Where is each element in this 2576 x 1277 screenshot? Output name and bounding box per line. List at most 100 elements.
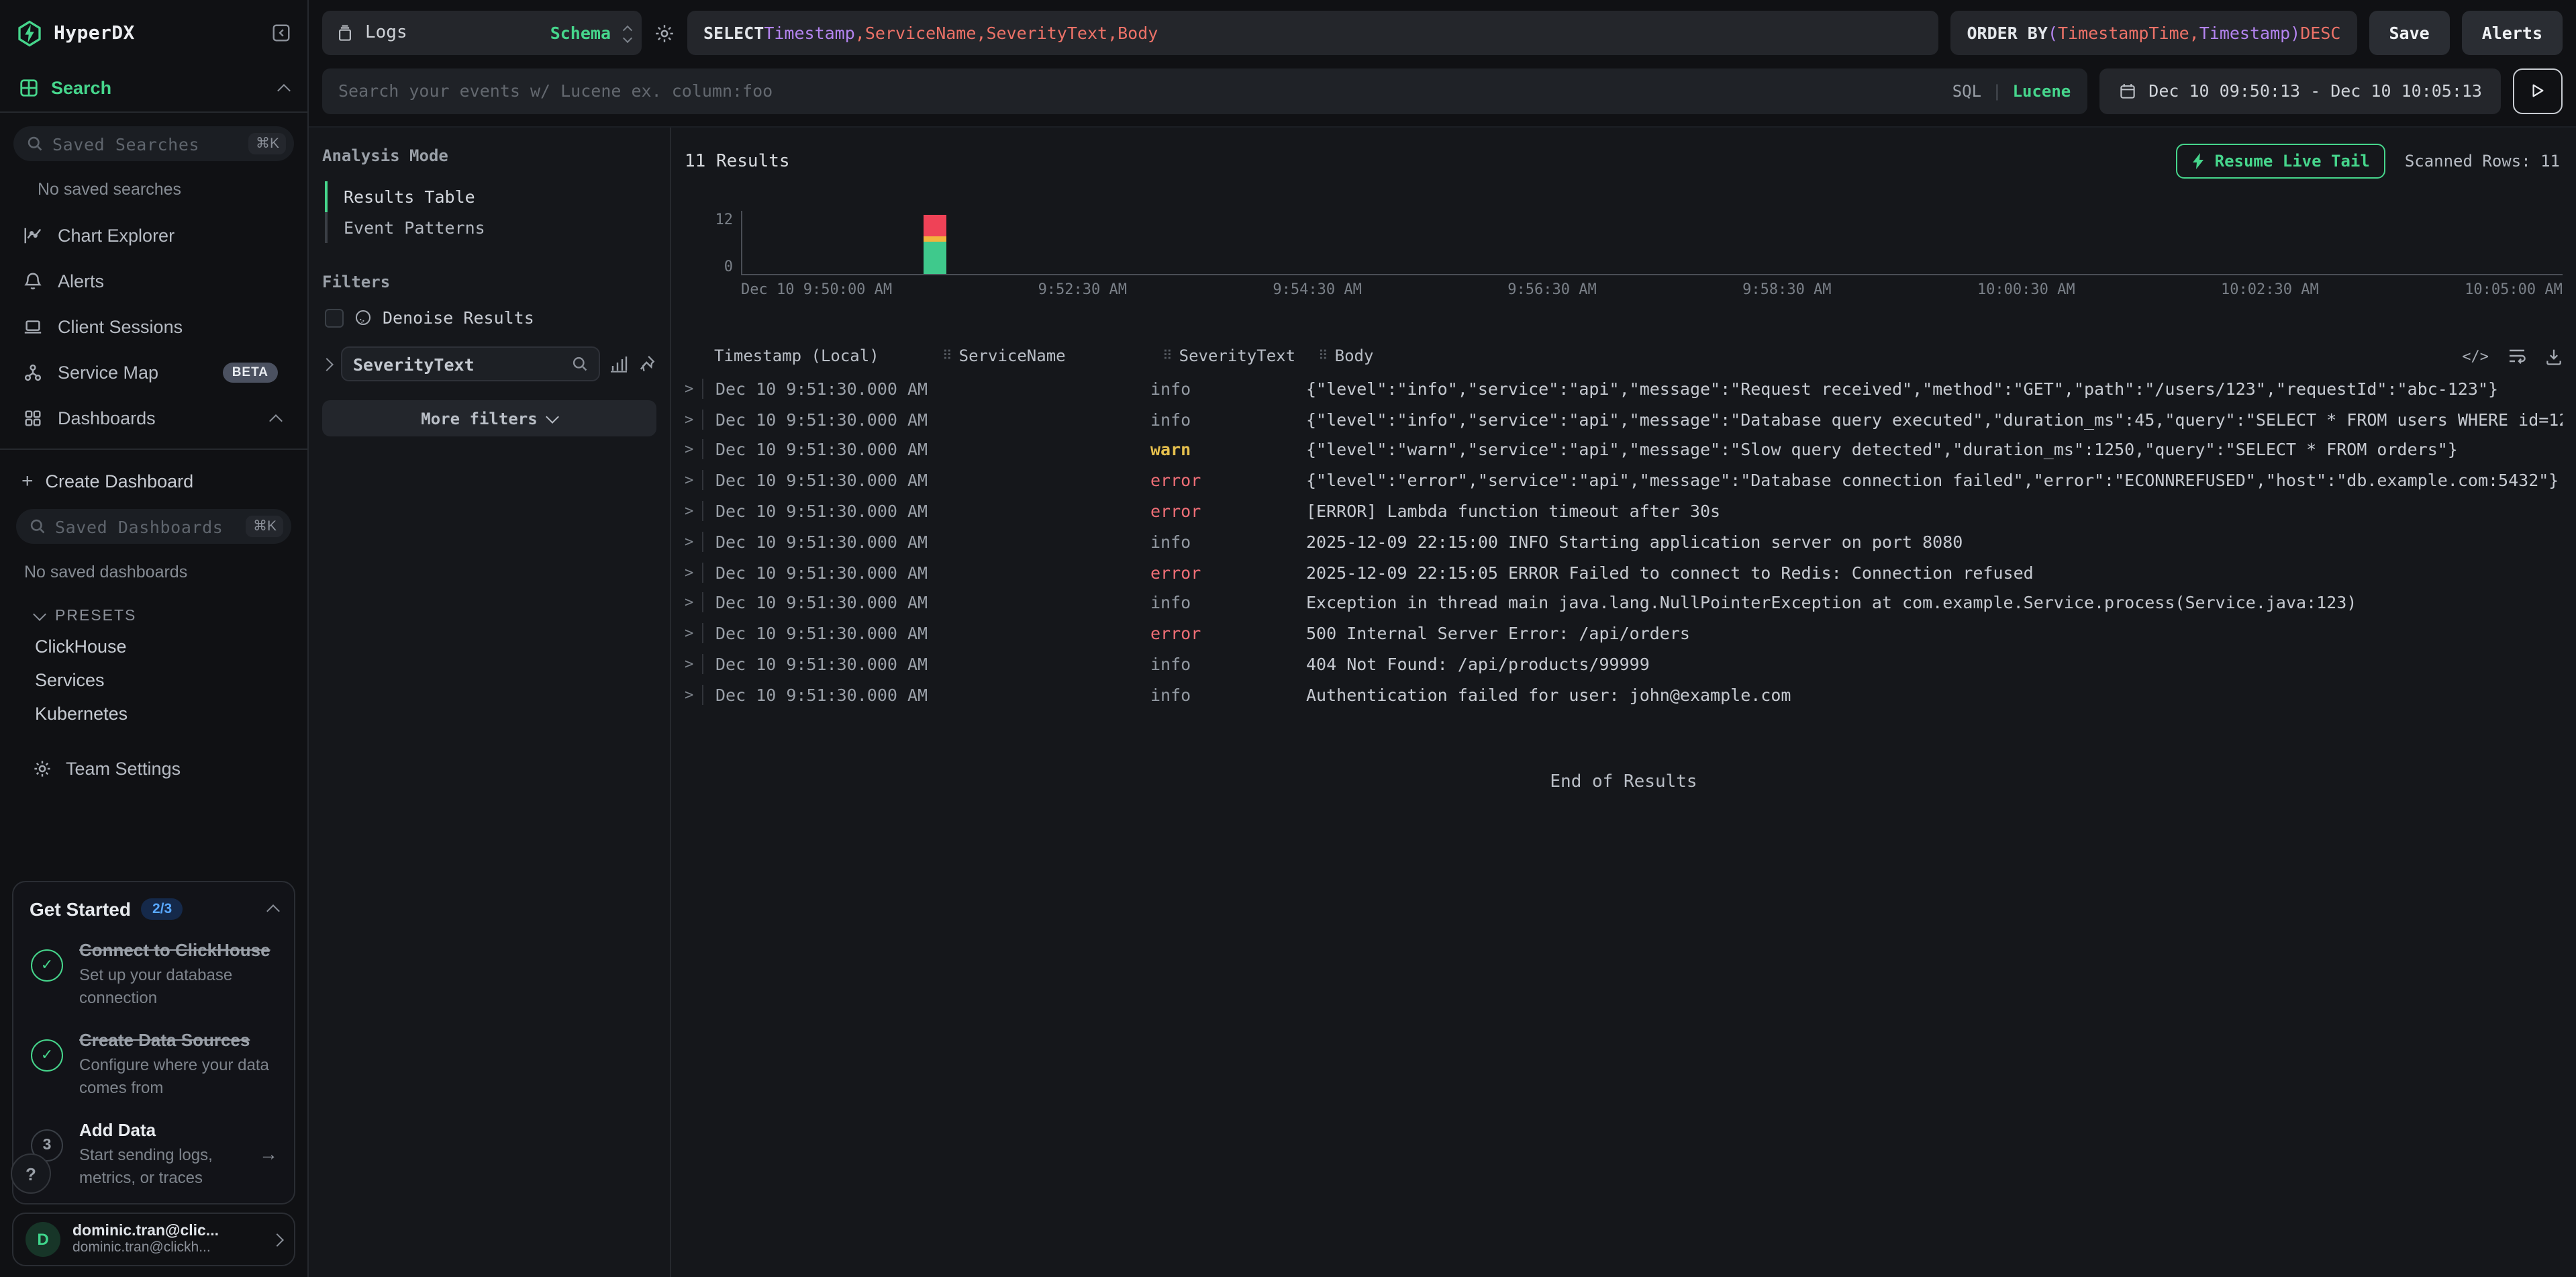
cell-timestamp: Dec 10 9:51:30.000 AM: [702, 562, 930, 582]
wrap-lines-icon[interactable]: [2508, 346, 2526, 365]
source-label: Logs: [365, 23, 407, 43]
column-label: ServiceName: [959, 346, 1066, 365]
sidebar-header: HyperDX: [0, 0, 307, 66]
sidebar-item-service-map[interactable]: Service Map BETA: [13, 349, 294, 395]
table-row[interactable]: > Dec 10 9:51:30.000 AM error 500 Intern…: [671, 618, 2576, 649]
pin-icon[interactable]: [638, 354, 656, 373]
sidebar-item-search[interactable]: Search: [0, 66, 307, 113]
resume-live-tail-button[interactable]: Resume Live Tail: [2176, 144, 2386, 179]
lucene-toggle-label[interactable]: Lucene: [2013, 81, 2071, 100]
x-axis-tick-label: 10:05:00 AM: [2465, 281, 2563, 298]
order-by-paren: (: [2048, 23, 2058, 43]
search-icon[interactable]: [572, 356, 588, 372]
column-header-body[interactable]: ⠿Body </>: [1318, 346, 2563, 365]
denoise-checkbox[interactable]: [325, 308, 344, 327]
select-keyword: SELECT: [703, 23, 764, 43]
chevron-up-icon[interactable]: [269, 414, 283, 427]
chevron-up-icon[interactable]: [266, 904, 280, 918]
sidebar-body: Saved Searches ⌘K No saved searches Char…: [0, 113, 307, 792]
code-view-icon[interactable]: </>: [2462, 347, 2489, 365]
table-row[interactable]: > Dec 10 9:51:30.000 AM error 2025-12-09…: [671, 557, 2576, 588]
column-header-timestamp[interactable]: Timestamp (Local): [714, 346, 942, 365]
run-query-button[interactable]: [2513, 68, 2563, 113]
cell-severitytext: error: [1150, 562, 1306, 582]
date-range-picker[interactable]: Dec 10 09:50:13 - Dec 10 10:05:13: [2099, 68, 2501, 113]
cell-body: 500 Internal Server Error: /api/orders: [1306, 624, 2563, 644]
sidebar-item-dashboards[interactable]: Dashboards: [13, 395, 294, 440]
drag-handle-icon[interactable]: ⠿: [942, 348, 952, 363]
source-selector[interactable]: Logs Schema: [322, 11, 642, 55]
more-filters-button[interactable]: More filters: [322, 400, 656, 436]
preset-kubernetes[interactable]: Kubernetes: [16, 697, 291, 730]
cell-severitytext: info: [1150, 409, 1306, 429]
drag-handle-icon[interactable]: ⠿: [1162, 348, 1173, 363]
presets-header[interactable]: PRESETS: [16, 595, 291, 630]
download-icon[interactable]: [2545, 347, 2563, 365]
sidebar-collapse-icon[interactable]: [271, 23, 291, 43]
saved-searches-input[interactable]: Saved Searches ⌘K: [13, 126, 294, 161]
table-row[interactable]: > Dec 10 9:51:30.000 AM error {"level":"…: [671, 465, 2576, 496]
user-name: dominic.tran@clic...: [72, 1223, 219, 1239]
cell-timestamp: Dec 10 9:51:30.000 AM: [702, 593, 930, 613]
user-profile-button[interactable]: D dominic.tran@clic... dominic.tran@clic…: [12, 1213, 295, 1266]
cell-body: {"level":"info","service":"api","message…: [1306, 379, 2563, 399]
results-histogram[interactable]: 12 0 Dec 10 9:50:00 AM9:52:30 AM9:54:30 …: [685, 211, 2563, 298]
sql-select-input[interactable]: SELECT Timestamp,ServiceName,SeverityTex…: [687, 11, 1939, 55]
table-row[interactable]: > Dec 10 9:51:30.000 AM info Exception i…: [671, 587, 2576, 618]
lightning-icon: [2192, 153, 2206, 169]
drag-handle-icon[interactable]: ⠿: [1318, 348, 1328, 363]
step-desc: Set up your database connection: [79, 964, 275, 1009]
chart-bar[interactable]: [923, 215, 946, 274]
sidebar-item-label: Chart Explorer: [58, 225, 175, 245]
table-row[interactable]: > Dec 10 9:51:30.000 AM error [ERROR] La…: [671, 495, 2576, 526]
chart-bar-segment-warn: [923, 236, 946, 242]
filter-expand-chevron[interactable]: [320, 357, 334, 371]
table-row[interactable]: > Dec 10 9:51:30.000 AM info {"level":"i…: [671, 404, 2576, 435]
column-header-severitytext[interactable]: ⠿SeverityText: [1162, 346, 1318, 365]
table-row[interactable]: > Dec 10 9:51:30.000 AM info 404 Not Fou…: [671, 649, 2576, 679]
analysis-panel: Analysis Mode Results Table Event Patter…: [309, 128, 671, 1277]
sidebar-item-label: Dashboards: [58, 408, 156, 428]
end-of-results-text: End of Results: [671, 710, 2576, 792]
table-body: > Dec 10 9:51:30.000 AM info {"level":"i…: [671, 373, 2576, 710]
sidebar-item-client-sessions[interactable]: Client Sessions: [13, 303, 294, 349]
saved-dashboards-input[interactable]: Saved Dashboards ⌘K: [16, 509, 291, 544]
sidebar-item-chart-explorer[interactable]: Chart Explorer: [13, 212, 294, 258]
x-axis-labels: Dec 10 9:50:00 AM9:52:30 AM9:54:30 AM9:5…: [741, 275, 2563, 298]
column-header-servicename[interactable]: ⠿ ServiceName: [942, 346, 1162, 365]
cell-body: Authentication failed for user: john@exa…: [1306, 685, 2563, 705]
chevron-up-icon[interactable]: [277, 84, 291, 97]
order-by-input[interactable]: ORDER BY (TimestampTime, Timestamp) DESC: [1951, 11, 2357, 55]
sql-toggle-label[interactable]: SQL: [1952, 81, 1981, 100]
get-started-step-3[interactable]: 3 Add Data Start sending logs, metrics, …: [30, 1119, 278, 1190]
help-button[interactable]: ?: [11, 1153, 51, 1194]
preset-clickhouse[interactable]: ClickHouse: [16, 630, 291, 663]
more-filters-label: More filters: [421, 409, 537, 428]
table-row[interactable]: > Dec 10 9:51:30.000 AM warn {"level":"w…: [671, 434, 2576, 465]
get-started-step-2[interactable]: ✓ Create Data Sources Configure where yo…: [30, 1028, 278, 1099]
save-button[interactable]: Save: [2369, 11, 2449, 55]
x-axis-tick-label: 9:54:30 AM: [1273, 281, 1361, 298]
event-search-input[interactable]: Search your events w/ Lucene ex. column:…: [322, 68, 2087, 113]
preset-services[interactable]: Services: [16, 663, 291, 697]
mode-event-patterns[interactable]: Event Patterns: [325, 212, 656, 243]
alerts-button[interactable]: Alerts: [2462, 11, 2563, 55]
x-axis-tick-label: 10:02:30 AM: [2221, 281, 2319, 298]
source-settings-gear-icon[interactable]: [654, 22, 675, 44]
live-tail-label: Resume Live Tail: [2215, 152, 2370, 171]
select-columns-rest: ,ServiceName,SeverityText,Body: [855, 23, 1158, 43]
table-row[interactable]: > Dec 10 9:51:30.000 AM info {"level":"i…: [671, 373, 2576, 404]
chart-filter-icon[interactable]: [609, 354, 628, 373]
beta-badge: BETA: [223, 362, 278, 382]
schema-label: Schema: [550, 23, 611, 43]
table-row[interactable]: > Dec 10 9:51:30.000 AM info Authenticat…: [671, 679, 2576, 710]
table-row[interactable]: > Dec 10 9:51:30.000 AM info 2025-12-09 …: [671, 526, 2576, 557]
chart-plot-area[interactable]: [741, 211, 2563, 275]
sidebar-item-team-settings[interactable]: Team Settings: [13, 744, 294, 792]
filter-group-severitytext[interactable]: SeverityText: [341, 346, 600, 381]
language-toggle[interactable]: SQL | Lucene: [1952, 81, 2071, 100]
sidebar-item-alerts[interactable]: Alerts: [13, 258, 294, 303]
create-dashboard-button[interactable]: + Create Dashboard: [16, 461, 291, 501]
get-started-step-1[interactable]: ✓ Connect to ClickHouse Set up your data…: [30, 938, 278, 1009]
mode-results-table[interactable]: Results Table: [325, 181, 656, 212]
